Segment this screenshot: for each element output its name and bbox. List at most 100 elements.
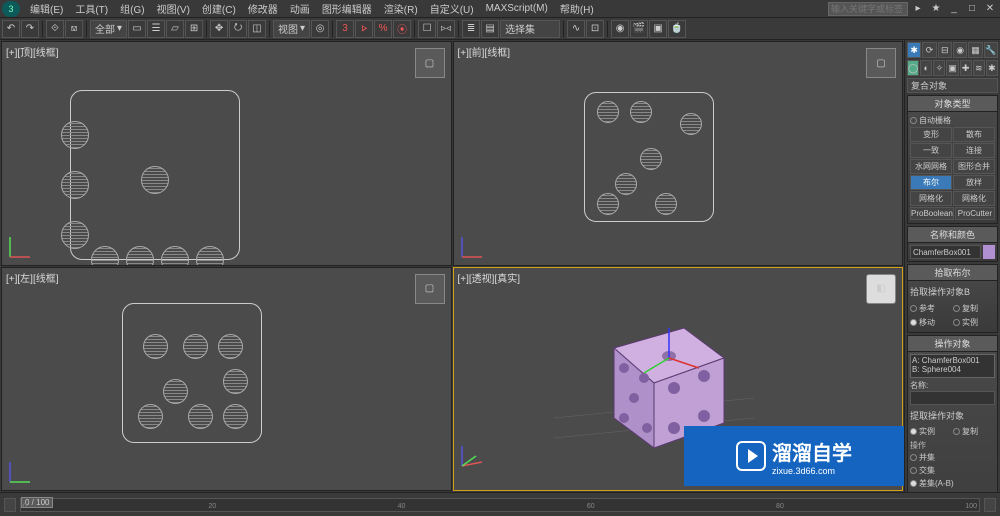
app-logo[interactable]: 3 <box>2 1 20 17</box>
redo-button[interactable]: ↷ <box>21 20 39 38</box>
link-button[interactable]: ⟐ <box>46 20 64 38</box>
btn-proboolean[interactable]: ProBoolean <box>910 207 954 220</box>
named-sel-button[interactable]: ☐ <box>418 20 436 38</box>
menu-animation[interactable]: 动画 <box>284 1 316 16</box>
operand-a[interactable]: A: ChamferBox001 <box>912 356 993 365</box>
copy-radio[interactable]: 复制 <box>962 303 978 314</box>
menu-views[interactable]: 视图(V) <box>151 1 196 16</box>
viewport-persp-label[interactable]: [+][透视][真实] <box>458 270 521 285</box>
spinner-snap-button[interactable]: ⦿ <box>393 20 411 38</box>
motion-tab[interactable]: ◉ <box>953 42 967 58</box>
menu-tools[interactable]: 工具(T) <box>69 1 114 16</box>
viewcube-left[interactable]: ▢ <box>415 274 445 304</box>
systems-icon[interactable]: ✱ <box>986 60 998 76</box>
select-region-button[interactable]: ▱ <box>166 20 184 38</box>
btn-morph[interactable]: 变形 <box>910 127 952 142</box>
minimize-button[interactable]: _ <box>946 2 962 16</box>
shapes-icon[interactable]: ◐ <box>920 60 932 76</box>
btn-procutter[interactable]: ProCutter <box>955 207 995 220</box>
autogrid-check[interactable]: 自动栅格 <box>919 115 951 126</box>
layer-button[interactable]: ▤ <box>481 20 499 38</box>
unlink-button[interactable]: ⟏ <box>65 20 83 38</box>
percent-snap-button[interactable]: % <box>374 20 392 38</box>
operand-name-field[interactable] <box>910 391 995 405</box>
viewport-top[interactable]: [+][顶][线框] ▢ <box>1 41 452 266</box>
schematic-button[interactable]: ⊡ <box>586 20 604 38</box>
menu-render[interactable]: 渲染(R) <box>378 1 424 16</box>
ref-radio[interactable]: 参考 <box>919 303 935 314</box>
align-button[interactable]: ≣ <box>462 20 480 38</box>
timeline-left-btn[interactable] <box>4 498 16 512</box>
help-icon[interactable]: ▸ <box>910 2 926 16</box>
object-name-field[interactable]: ChamferBox001 <box>910 245 981 259</box>
render-button[interactable]: 🍵 <box>668 20 686 38</box>
op-union[interactable]: 并集 <box>919 452 935 463</box>
menu-maxscript[interactable]: MAXScript(M) <box>480 3 554 14</box>
op-intersect[interactable]: 交集 <box>919 465 935 476</box>
ext-copy[interactable]: 复制 <box>962 426 978 437</box>
scale-button[interactable]: ◫ <box>248 20 266 38</box>
maximize-button[interactable]: □ <box>964 2 980 16</box>
time-slider[interactable]: 0 / 100 0 20406080 100 <box>20 498 980 512</box>
menu-edit[interactable]: 编辑(E) <box>24 1 69 16</box>
color-swatch[interactable] <box>983 245 995 259</box>
btn-loft[interactable]: 放样 <box>953 175 995 190</box>
select-name-button[interactable]: ☰ <box>147 20 165 38</box>
menu-group[interactable]: 组(G) <box>114 1 150 16</box>
menu-create[interactable]: 创建(C) <box>196 1 242 16</box>
viewport-left-label[interactable]: [+][左][线框] <box>6 270 59 285</box>
space-warps-icon[interactable]: ≋ <box>973 60 985 76</box>
modify-tab[interactable]: ⟳ <box>922 42 936 58</box>
angle-snap-button[interactable]: ⦠ <box>355 20 373 38</box>
center-button[interactable]: ◎ <box>311 20 329 38</box>
instance-radio[interactable]: 实例 <box>962 317 978 328</box>
render-frame-button[interactable]: ▣ <box>649 20 667 38</box>
hierarchy-tab[interactable]: ⊟ <box>938 42 952 58</box>
cameras-icon[interactable]: ▣ <box>946 60 958 76</box>
btn-shapemerge[interactable]: 图形合并 <box>953 159 995 174</box>
category-dropdown[interactable]: 复合对象 <box>907 78 998 93</box>
rollout-header[interactable]: 名称和颜色 <box>908 227 997 243</box>
lights-icon[interactable]: ✧ <box>933 60 945 76</box>
pick-operand-button[interactable]: 拾取操作对象B <box>910 283 995 300</box>
selection-filter[interactable]: 全部 ▾ <box>90 20 127 38</box>
render-setup-button[interactable]: 🎬 <box>630 20 648 38</box>
viewport-front-label[interactable]: [+][前][线框] <box>458 44 511 59</box>
helpers-icon[interactable]: ✚ <box>960 60 972 76</box>
move-radio[interactable]: 移动 <box>919 317 935 328</box>
menu-custom[interactable]: 自定义(U) <box>424 1 480 16</box>
close-button[interactable]: ✕ <box>982 2 998 16</box>
star-icon[interactable]: ★ <box>928 2 944 16</box>
op-sub-ab[interactable]: 差集(A-B) <box>919 478 954 489</box>
menu-modifiers[interactable]: 修改器 <box>242 1 284 16</box>
utilities-tab[interactable]: 🔧 <box>984 42 998 58</box>
viewcube-front[interactable]: ▢ <box>866 48 896 78</box>
btn-conform[interactable]: 一致 <box>910 143 952 158</box>
op-sub-ba[interactable]: 差集(B-A) <box>919 491 954 492</box>
mirror-button[interactable]: ▹◃ <box>437 20 455 38</box>
btn-scatter[interactable]: 散布 <box>953 127 995 142</box>
viewport-front[interactable]: [+][前][线框] ▢ <box>453 41 904 266</box>
move-button[interactable]: ✥ <box>210 20 228 38</box>
timeline-right-btn[interactable] <box>984 498 996 512</box>
select-button[interactable]: ▭ <box>128 20 146 38</box>
viewcube-persp[interactable]: ◧ <box>866 274 896 304</box>
viewport-left[interactable]: [+][左][线框] ▢ <box>1 267 452 492</box>
ext-instance[interactable]: 实例 <box>919 426 935 437</box>
btn-boolean[interactable]: 布尔 <box>910 175 952 190</box>
search-input[interactable] <box>828 2 908 16</box>
operands-list[interactable]: A: ChamferBox001 B: Sphere004 <box>910 354 995 378</box>
rollout-header[interactable]: 对象类型 <box>908 96 997 112</box>
menu-graph[interactable]: 图形编辑器 <box>316 1 378 16</box>
rollout-header[interactable]: 拾取布尔 <box>908 265 997 281</box>
btn-mesher[interactable]: 网格化 <box>910 191 952 206</box>
curve-editor-button[interactable]: ∿ <box>567 20 585 38</box>
rotate-button[interactable]: ⭮ <box>229 20 247 38</box>
named-sel-dropdown[interactable]: 选择集 <box>500 20 560 38</box>
material-button[interactable]: ◉ <box>611 20 629 38</box>
display-tab[interactable]: ▦ <box>968 42 982 58</box>
operand-b[interactable]: B: Sphere004 <box>912 365 993 374</box>
btn-connect[interactable]: 连接 <box>953 143 995 158</box>
menu-help[interactable]: 帮助(H) <box>554 1 600 16</box>
undo-button[interactable]: ↶ <box>2 20 20 38</box>
